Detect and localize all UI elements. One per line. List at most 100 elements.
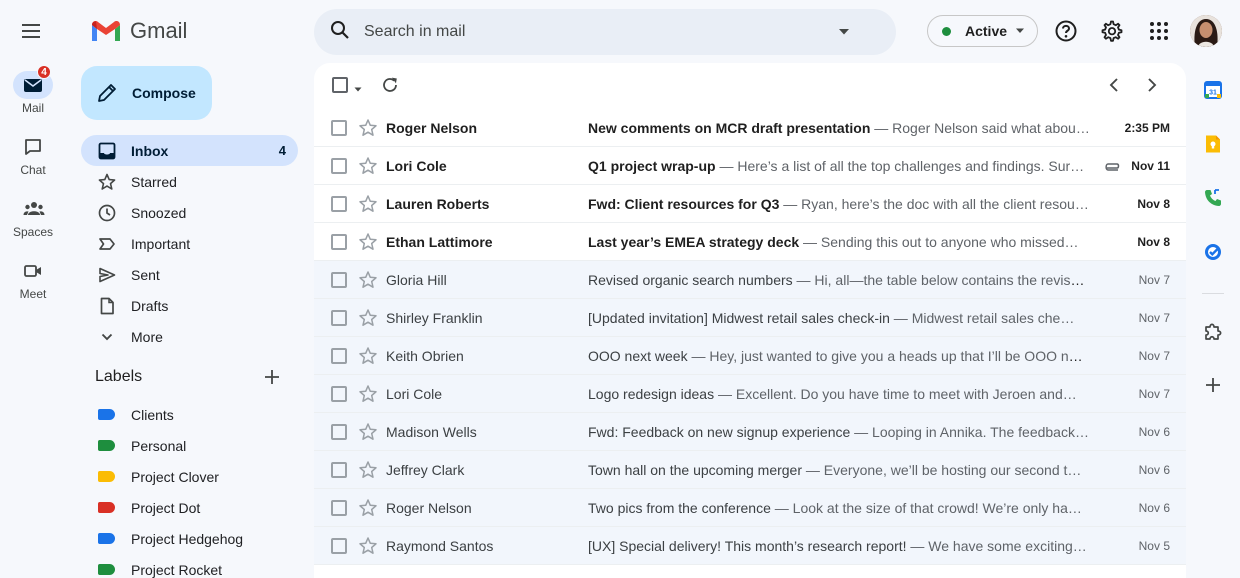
- select-menu-caret-icon[interactable]: [354, 80, 362, 98]
- nav-item-drafts[interactable]: Drafts: [81, 290, 298, 321]
- star-toggle-icon[interactable]: [358, 194, 378, 219]
- label-item-clients[interactable]: Clients: [81, 399, 298, 430]
- email-select-checkbox[interactable]: [331, 424, 347, 440]
- newer-page-chevron-left-icon[interactable]: [1106, 75, 1122, 100]
- email-row[interactable]: Roger Nelson Two pics from the conference…: [314, 489, 1186, 527]
- email-row[interactable]: Madison Wells Fwd: Feedback on new signup…: [314, 413, 1186, 451]
- label-tag-icon: [98, 409, 115, 420]
- compose-label: Compose: [132, 85, 196, 101]
- meet-icon: [13, 257, 53, 285]
- rail-item-spaces[interactable]: Spaces: [0, 195, 66, 239]
- account-avatar[interactable]: [1190, 15, 1222, 47]
- star-toggle-icon[interactable]: [358, 156, 378, 181]
- nav-item-inbox[interactable]: Inbox 4: [81, 135, 298, 166]
- email-sender: Gloria Hill: [386, 271, 447, 288]
- nav-item-starred[interactable]: Starred: [81, 166, 298, 197]
- nav-label-important: Important: [131, 235, 191, 252]
- email-select-checkbox[interactable]: [331, 386, 347, 402]
- email-row[interactable]: Lori Cole Q1 project wrap-up — Here’s a l…: [314, 147, 1186, 185]
- nav-item-important[interactable]: Important: [81, 228, 298, 259]
- email-select-checkbox[interactable]: [331, 120, 347, 136]
- email-row[interactable]: Roger Nelson New comments on MCR draft pr…: [314, 109, 1186, 147]
- chevron-down-icon: [97, 327, 117, 347]
- email-content: Q1 project wrap-up — Here’s a list of al…: [588, 158, 1090, 174]
- label-name: Project Rocket: [131, 561, 223, 578]
- label-item-project-hedgehog[interactable]: Project Hedgehog: [81, 523, 298, 554]
- apps-grid-icon[interactable]: [1147, 19, 1171, 43]
- email-select-checkbox[interactable]: [331, 348, 347, 364]
- email-date: Nov 8: [1137, 234, 1170, 249]
- label-item-project-rocket[interactable]: Project Rocket: [81, 554, 298, 578]
- gmail-logo[interactable]: Gmail: [90, 15, 187, 47]
- email-row[interactable]: Raymond Santos [UX] Special delivery! Thi…: [314, 527, 1186, 565]
- search-input[interactable]: [364, 23, 834, 41]
- older-page-chevron-right-icon[interactable]: [1144, 75, 1160, 100]
- email-row[interactable]: Gloria Hill Revised organic search number…: [314, 261, 1186, 299]
- email-select-checkbox[interactable]: [331, 538, 347, 554]
- nav-item-more[interactable]: More: [81, 321, 298, 352]
- refresh-icon[interactable]: [380, 75, 400, 100]
- email-select-checkbox[interactable]: [331, 158, 347, 174]
- addons-puzzle-icon[interactable]: [1203, 321, 1223, 341]
- email-select-checkbox[interactable]: [331, 272, 347, 288]
- search-icon[interactable]: [330, 20, 350, 45]
- email-sender: Madison Wells: [386, 423, 477, 440]
- star-toggle-icon[interactable]: [358, 346, 378, 371]
- email-row[interactable]: Lauren Roberts Fwd: Client resources for …: [314, 185, 1186, 223]
- list-toolbar: [314, 63, 1186, 109]
- email-row[interactable]: Jeffrey Clark Town hall on the upcoming m…: [314, 451, 1186, 489]
- tasks-icon[interactable]: [1203, 242, 1223, 262]
- email-row[interactable]: Lori Cole Logo redesign ideas — Excellent…: [314, 375, 1186, 413]
- label-item-project-clover[interactable]: Project Clover: [81, 461, 298, 492]
- main-menu-icon[interactable]: [21, 22, 43, 40]
- compose-button[interactable]: Compose: [81, 66, 212, 120]
- nav-item-sent[interactable]: Sent: [81, 259, 298, 290]
- star-toggle-icon[interactable]: [358, 422, 378, 447]
- email-snippet: — Look at the size of that crowd! We’re …: [770, 499, 1082, 516]
- rail-item-mail[interactable]: 4 Mail: [0, 65, 66, 115]
- star-toggle-icon[interactable]: [358, 270, 378, 295]
- add-label-icon[interactable]: [263, 368, 281, 391]
- settings-gear-icon[interactable]: [1100, 19, 1124, 43]
- label-tag-icon: [98, 440, 115, 451]
- app-name: Gmail: [130, 18, 188, 43]
- help-icon[interactable]: [1054, 19, 1078, 43]
- search-options-icon[interactable]: [838, 23, 850, 41]
- calendar-icon[interactable]: 31: [1203, 80, 1223, 100]
- email-row[interactable]: Shirley Franklin [Updated invitation] Mid…: [314, 299, 1186, 337]
- email-select-checkbox[interactable]: [331, 310, 347, 326]
- star-toggle-icon[interactable]: [358, 308, 378, 333]
- rail-item-chat[interactable]: Chat: [0, 133, 66, 177]
- star-toggle-icon[interactable]: [358, 460, 378, 485]
- search-bar: [314, 9, 896, 55]
- status-selector[interactable]: Active: [927, 15, 1038, 47]
- nav-item-snoozed[interactable]: Snoozed: [81, 197, 298, 228]
- email-row[interactable]: Keith Obrien OOO next week — Hey, just wa…: [314, 337, 1186, 375]
- select-all-checkbox[interactable]: [332, 77, 348, 93]
- email-select-checkbox[interactable]: [331, 500, 347, 516]
- email-list: Roger Nelson New comments on MCR draft pr…: [314, 109, 1186, 565]
- keep-icon[interactable]: [1203, 134, 1223, 154]
- star-toggle-icon[interactable]: [358, 536, 378, 561]
- side-panel: 31: [1186, 63, 1240, 578]
- label-item-project-dot[interactable]: Project Dot: [81, 492, 298, 523]
- email-select-checkbox[interactable]: [331, 462, 347, 478]
- star-toggle-icon[interactable]: [358, 232, 378, 257]
- contacts-phone-icon[interactable]: [1203, 188, 1223, 208]
- rail-label-meet: Meet: [19, 287, 47, 301]
- email-select-checkbox[interactable]: [331, 234, 347, 250]
- star-toggle-icon[interactable]: [358, 384, 378, 409]
- star-icon: [97, 172, 117, 192]
- email-row[interactable]: Ethan Lattimore Last year’s EMEA strategy…: [314, 223, 1186, 261]
- email-sender: Raymond Santos: [386, 537, 494, 554]
- email-subject: New comments on MCR draft presentation: [588, 119, 871, 136]
- star-toggle-icon[interactable]: [358, 118, 378, 143]
- rail-item-meet[interactable]: Meet: [0, 257, 66, 301]
- label-item-personal[interactable]: Personal: [81, 430, 298, 461]
- labels-header: Labels: [95, 368, 285, 390]
- get-addons-plus-icon[interactable]: [1203, 375, 1223, 395]
- label-tag-icon: [98, 564, 115, 575]
- label-name: Project Dot: [131, 499, 201, 516]
- email-select-checkbox[interactable]: [331, 196, 347, 212]
- star-toggle-icon[interactable]: [358, 498, 378, 523]
